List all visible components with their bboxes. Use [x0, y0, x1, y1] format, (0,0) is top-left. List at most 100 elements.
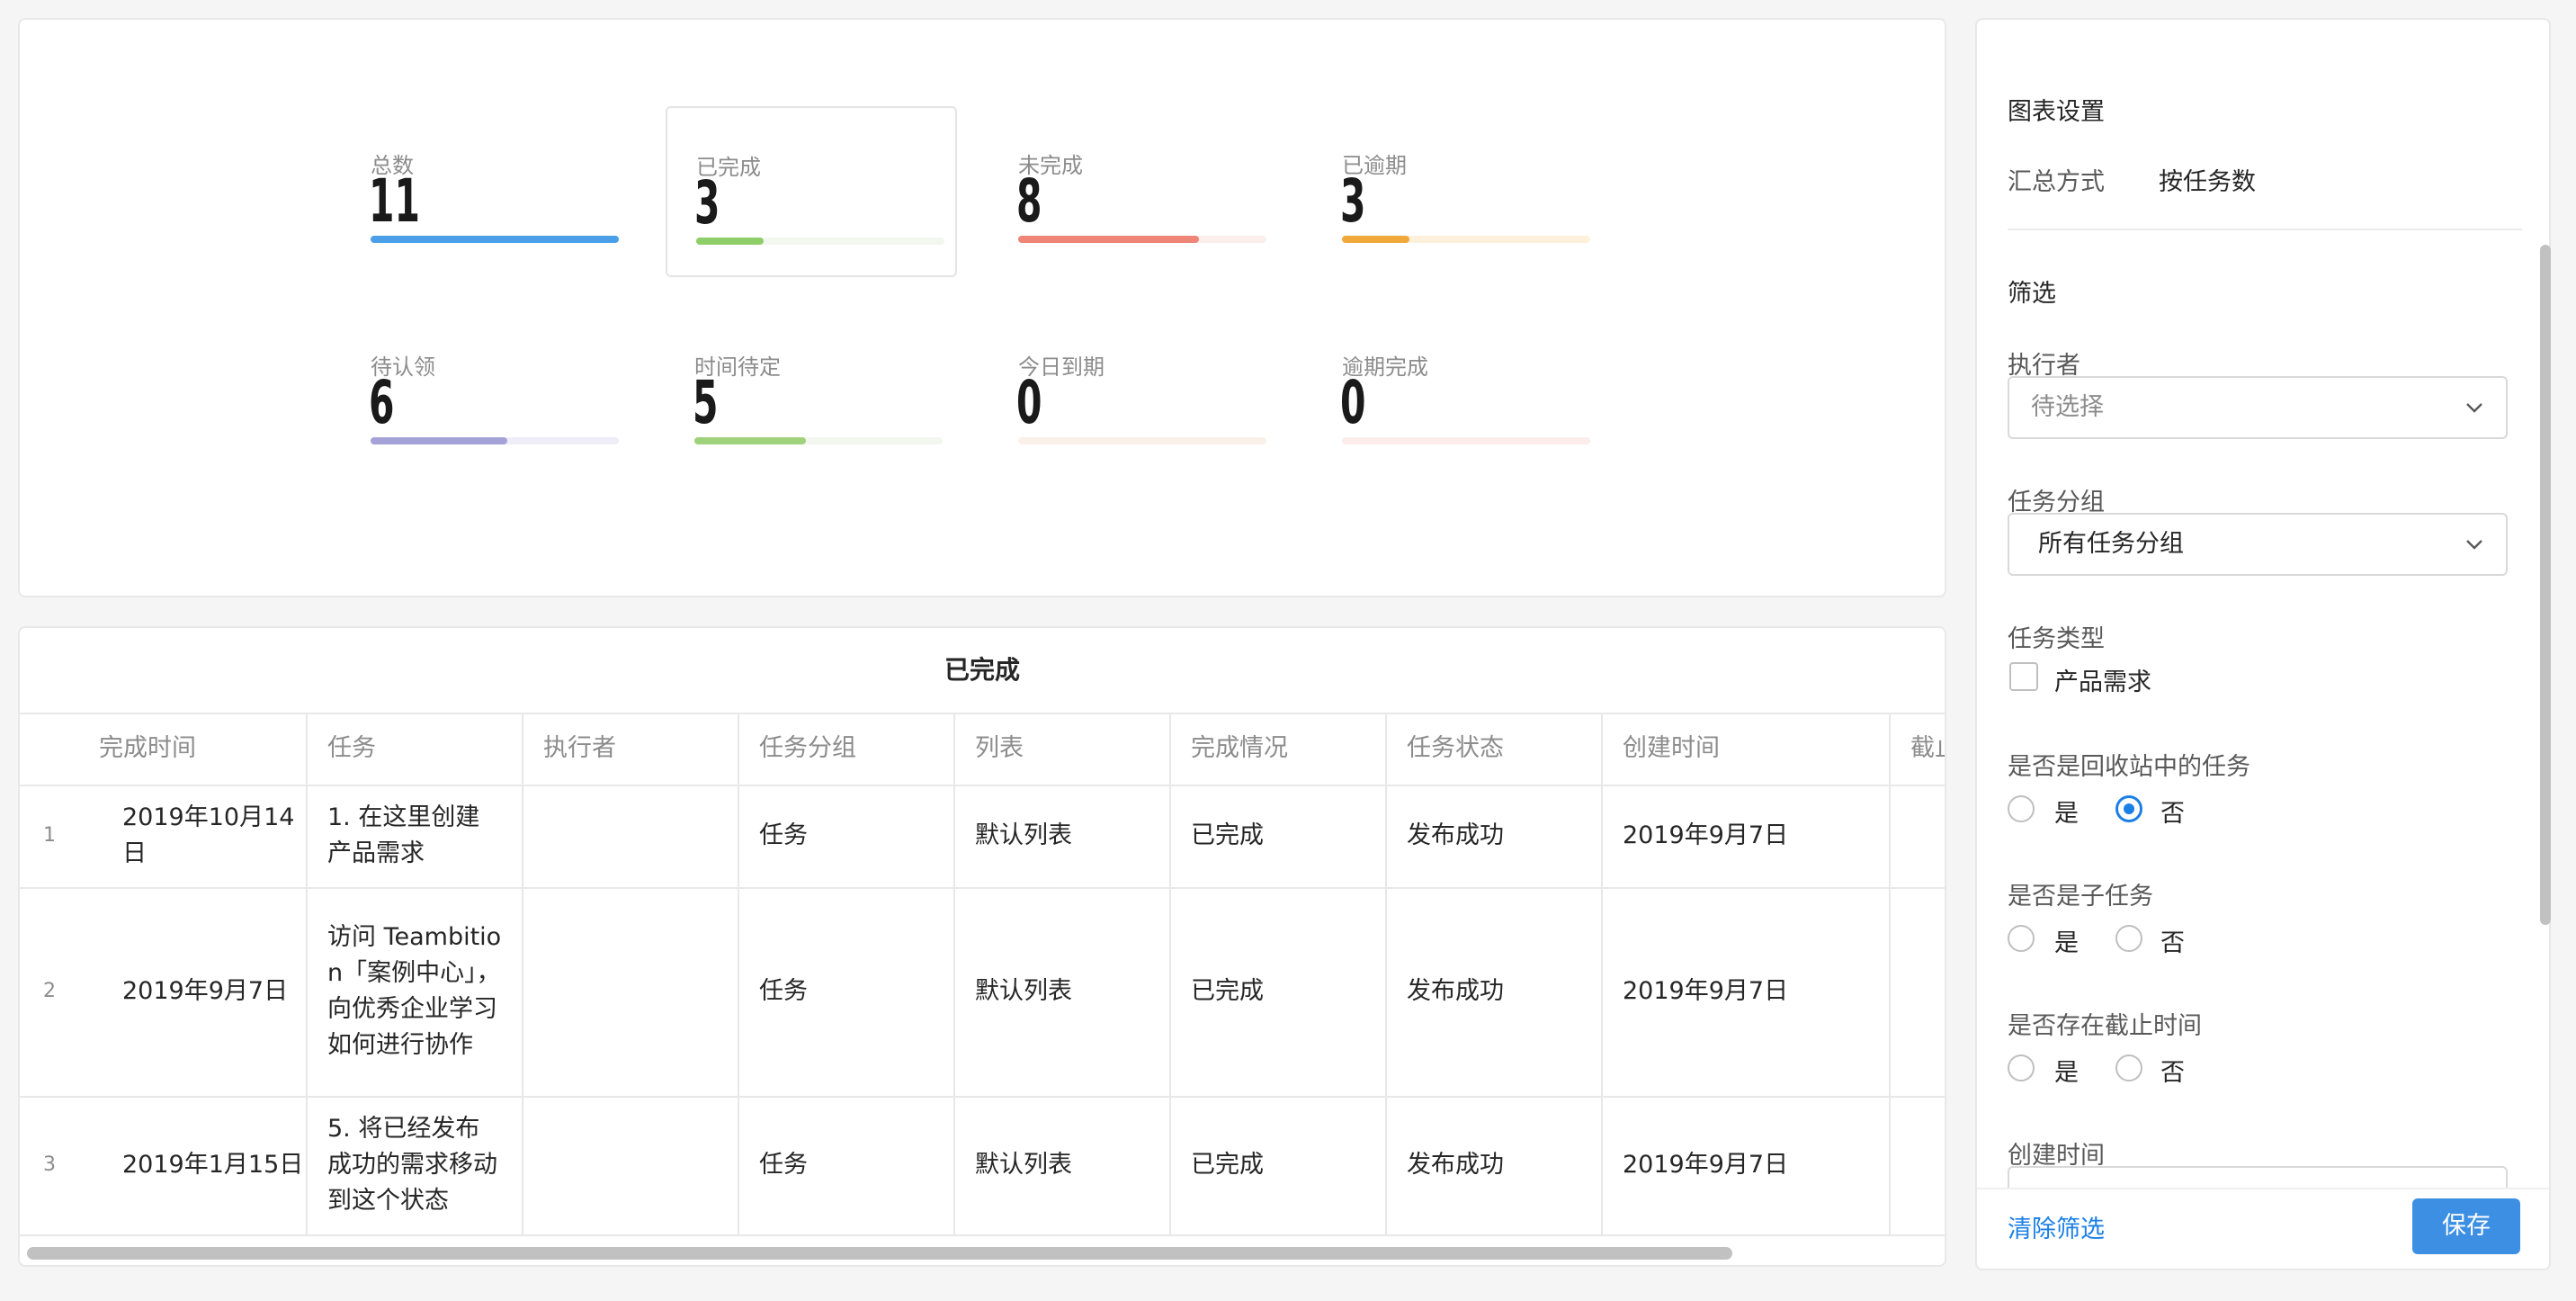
recycle-yes-radio[interactable] — [2008, 795, 2035, 822]
row-number: 3 — [43, 1153, 56, 1176]
group-select[interactable]: 所有任务分组 — [2008, 513, 2508, 576]
cell-text: 已完成 — [1191, 977, 1264, 1005]
column-header[interactable]: 完成时间 — [20, 713, 308, 785]
completion-time: 2019年10月14日 — [122, 803, 295, 867]
created-time-select[interactable] — [2008, 1166, 2508, 1188]
cell-text: 2019年9月7日 — [1623, 977, 1789, 1005]
column-header[interactable]: 任务状态 — [1387, 713, 1603, 785]
vertical-scrollbar[interactable] — [2540, 245, 2551, 925]
table-row[interactable]: 3 2019年1月15日 5. 将已经发布成功的需求移动到这个状态 任务 默认列表 已完成… — [20, 1096, 1945, 1236]
table-cell — [523, 887, 739, 1096]
cell-text: 已完成 — [1191, 821, 1264, 849]
stat-progress-bar — [696, 238, 944, 245]
stat-tile[interactable]: 总数 11 — [342, 106, 633, 277]
save-button[interactable]: 保存 — [2412, 1198, 2520, 1254]
chart-settings-panel: 图表设置 汇总方式 按任务数 筛选 执行者 待选择 任务分组 所有任务分组 任务… — [1975, 18, 2551, 1270]
stats-card: 总数 11 已完成 3 未完成 8 已逾期 3 待认领 6 时间待定 5 今日到期 0 逾期完成 0 — [18, 18, 1946, 597]
type-label: 任务类型 — [2008, 625, 2105, 653]
stat-progress-fill — [371, 236, 619, 243]
stat-value: 3 — [694, 168, 720, 238]
filter-title: 筛选 — [2008, 280, 2056, 308]
cell-text[interactable]: 1. 在这里创建产品需求 — [327, 800, 502, 872]
table-cell — [1891, 887, 1945, 1096]
stat-progress-fill — [694, 437, 807, 444]
table-cell: 2019年9月7日 — [1603, 1096, 1891, 1234]
deadline-no-radio[interactable] — [2115, 1054, 2142, 1081]
stat-tile[interactable]: 待认领 6 — [342, 308, 633, 479]
table-cell: 已完成 — [1171, 1096, 1387, 1234]
table-cell — [1891, 1096, 1945, 1234]
executor-select[interactable]: 待选择 — [2008, 376, 2508, 439]
stat-value: 11 — [369, 166, 420, 236]
stat-progress-fill — [371, 437, 507, 444]
table-cell: 默认列表 — [955, 1096, 1171, 1234]
executor-placeholder: 待选择 — [2031, 393, 2104, 421]
subtask-no-label: 否 — [2160, 929, 2185, 957]
cell-text[interactable]: 5. 将已经发布成功的需求移动到这个状态 — [327, 1111, 502, 1219]
stat-progress-bar — [371, 236, 619, 243]
cell-text: 已完成 — [1191, 1151, 1264, 1179]
column-header[interactable]: 列表 — [955, 713, 1171, 785]
row-number: 2 — [43, 980, 56, 1002]
table-cell: 任务 — [739, 785, 955, 887]
recycle-no-radio[interactable] — [2115, 795, 2142, 822]
table-cell: 默认列表 — [955, 887, 1171, 1096]
summary-value[interactable]: 按任务数 — [2159, 162, 2256, 197]
column-header[interactable]: 创建时间 — [1603, 713, 1891, 785]
column-header[interactable]: 任务 — [308, 713, 523, 785]
stat-tile[interactable]: 已逾期 3 — [1313, 106, 1605, 277]
stat-tile[interactable]: 逾期完成 0 — [1313, 308, 1605, 479]
table-cell — [523, 1096, 739, 1234]
stat-progress-bar — [694, 437, 943, 444]
summary-label: 汇总方式 — [2008, 168, 2105, 196]
table-cell: 已完成 — [1171, 887, 1387, 1096]
deadline-label: 是否存在截止时间 — [2008, 1012, 2202, 1040]
table-cell — [1891, 785, 1945, 887]
table-cell: 发布成功 — [1387, 1096, 1603, 1234]
cell-text: 默认列表 — [975, 821, 1072, 849]
stat-progress-fill — [1342, 236, 1409, 243]
cell-text: 任务 — [759, 821, 808, 849]
table-row[interactable]: 2 2019年9月7日 访问 Teambition「案例中心」，向优秀企业学习如何进… — [20, 887, 1945, 1098]
completion-time: 2019年9月7日 — [122, 977, 289, 1005]
table-cell: 5. 将已经发布成功的需求移动到这个状态 — [308, 1096, 523, 1234]
cell-text: 默认列表 — [975, 1151, 1072, 1179]
stat-value: 8 — [1016, 166, 1042, 236]
stat-tile[interactable]: 今日到期 0 — [989, 308, 1281, 479]
chevron-down-icon — [2466, 540, 2482, 550]
subtask-yes-radio[interactable] — [2008, 925, 2035, 952]
cell-text: 发布成功 — [1407, 821, 1504, 849]
column-header[interactable]: 截止 — [1891, 713, 1945, 785]
settings-title: 图表设置 — [2008, 98, 2105, 126]
stat-tile[interactable]: 未完成 8 — [989, 106, 1281, 277]
cell-text: 默认列表 — [975, 977, 1072, 1005]
column-header[interactable]: 完成情况 — [1171, 713, 1387, 785]
table-row[interactable]: 1 2019年10月14日 1. 在这里创建产品需求 任务 默认列表 已完成 发布成功 201… — [20, 785, 1945, 889]
stat-value: 0 — [1340, 368, 1366, 437]
cell-text: 发布成功 — [1407, 977, 1504, 1005]
stat-tile[interactable]: 已完成 3 — [666, 106, 957, 277]
product-requirement-checkbox[interactable] — [2009, 662, 2038, 691]
cell-text[interactable]: 访问 Teambition「案例中心」，向优秀企业学习如何进行协作 — [327, 920, 502, 1063]
completion-time: 2019年1月15日 — [122, 1151, 304, 1179]
subtask-no-radio[interactable] — [2115, 925, 2142, 952]
chevron-down-icon — [2466, 403, 2482, 413]
table-cell: 2 2019年9月7日 — [20, 887, 308, 1096]
table-cell: 3 2019年1月15日 — [20, 1096, 308, 1234]
stat-progress-bar — [1018, 437, 1266, 444]
column-header[interactable]: 任务分组 — [739, 713, 955, 785]
column-header[interactable]: 执行者 — [523, 713, 739, 785]
stat-progress-fill — [696, 238, 764, 245]
clear-filter-link[interactable]: 清除筛选 — [2008, 1209, 2105, 1244]
divider — [2008, 229, 2522, 230]
recycle-yes-label: 是 — [2054, 800, 2079, 828]
stat-value: 3 — [1340, 166, 1366, 236]
cell-text: 任务 — [759, 977, 808, 1005]
table-cell: 2019年9月7日 — [1603, 887, 1891, 1096]
subtask-yes-label: 是 — [2054, 929, 2079, 957]
deadline-yes-radio[interactable] — [2008, 1054, 2035, 1081]
horizontal-scrollbar[interactable] — [27, 1247, 1732, 1260]
deadline-no-label: 否 — [2160, 1059, 2185, 1087]
table-cell — [523, 785, 739, 887]
stat-tile[interactable]: 时间待定 5 — [666, 308, 957, 479]
